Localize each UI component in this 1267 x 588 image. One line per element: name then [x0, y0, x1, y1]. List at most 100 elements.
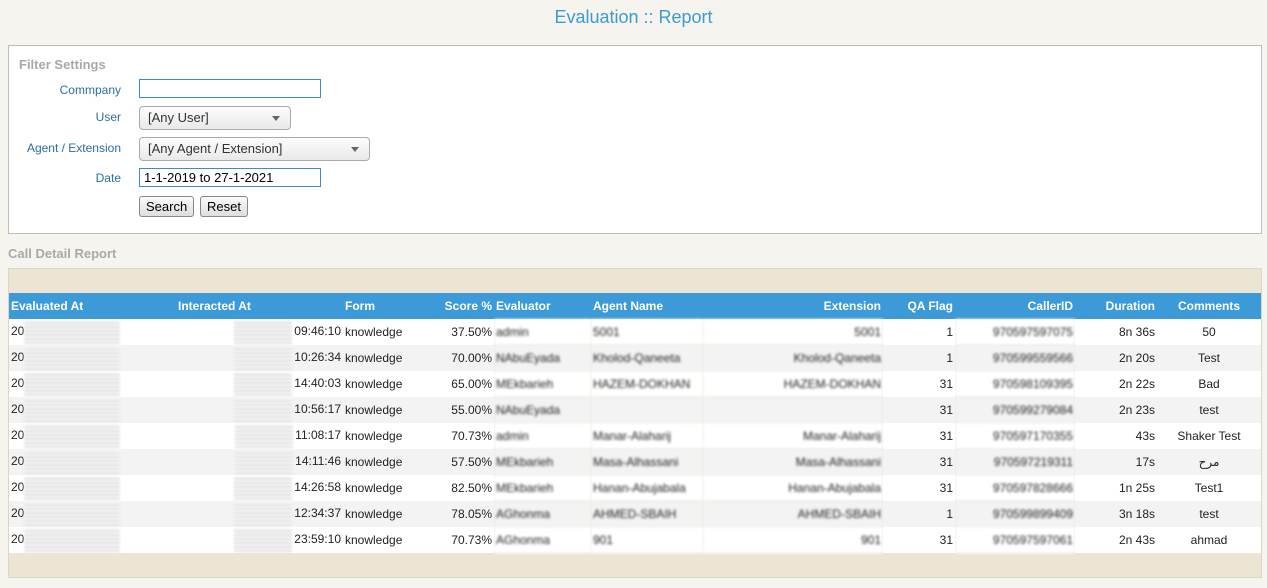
cell-agent-name: 901	[591, 527, 703, 553]
column-header-qa-flag[interactable]: QA Flag	[883, 293, 955, 319]
column-header-form[interactable]: Form	[343, 293, 428, 319]
agent-extension-select-value: [Any Agent / Extension]	[148, 141, 283, 156]
cell-evaluator: AGhonma	[494, 527, 591, 553]
cell-evaluator: admin	[494, 423, 591, 449]
column-header-extension[interactable]: Extension	[703, 293, 883, 319]
cell-evaluated-at: 20	[9, 397, 176, 423]
cell-evaluated-at: 20	[9, 527, 176, 553]
cell-qa-flag: 31	[883, 423, 955, 449]
cell-evaluated-at: 20	[9, 449, 176, 475]
cell-extension: AHMED-SBAIH	[703, 501, 883, 527]
table-row[interactable]: 20 09:46:10 knowledge 37.50% admin 5001 5001 1 9…	[9, 319, 1261, 345]
cell-form: knowledge	[343, 449, 428, 475]
column-header-caller-id[interactable]: CallerID	[955, 293, 1075, 319]
redacted-date	[234, 502, 293, 526]
column-header-score[interactable]: Score %	[428, 293, 494, 319]
cell-form: knowledge	[343, 345, 428, 371]
cell-agent-name: AHMED-SBAIH	[591, 501, 703, 527]
cell-interacted-at: 14:26:58	[176, 475, 343, 501]
cell-score: 82.50%	[428, 475, 494, 501]
table-header-row: Evaluated At Interacted At Form Score % …	[9, 293, 1261, 319]
cell-caller-id: 970597170355	[955, 423, 1075, 449]
agent-extension-select[interactable]: [Any Agent / Extension]	[139, 137, 370, 161]
company-input[interactable]	[139, 79, 321, 98]
reset-button[interactable]: Reset	[200, 196, 248, 217]
cell-evaluated-at: 20	[9, 345, 176, 371]
cell-caller-id: 970597219311	[955, 449, 1075, 475]
table-row[interactable]: 20 23:59:10 knowledge 70.73% AGhonma 901 901 31…	[9, 527, 1261, 553]
table-row[interactable]: 20 14:11:46 knowledge 57.50% MEkbarieh Masa-A…	[9, 449, 1261, 475]
cell-agent-name	[591, 397, 703, 423]
cell-duration: 17s	[1075, 449, 1157, 475]
cell-score: 55.00%	[428, 397, 494, 423]
cell-interacted-at: 23:59:10	[176, 527, 343, 553]
cell-agent-name: HAZEM-DOKHAN	[591, 371, 703, 397]
evaluated-at-prefix: 20	[11, 506, 25, 521]
cell-duration: 3n 18s	[1075, 501, 1157, 527]
redacted-date	[24, 476, 121, 500]
table-row[interactable]: 20 11:08:17 knowledge 70.73% admin Manar-Alah…	[9, 423, 1261, 449]
cell-caller-id: 970599899409	[955, 501, 1075, 527]
cell-comments: مرح	[1157, 449, 1261, 475]
column-header-duration[interactable]: Duration	[1075, 293, 1157, 319]
chevron-down-icon	[351, 147, 359, 152]
table-row[interactable]: 20 12:34:37 knowledge 78.05% AGhonma AHMED-SB…	[9, 501, 1261, 527]
table-row[interactable]: 20 10:56:17 knowledge 55.00% NAbuEyada 31 9705…	[9, 397, 1261, 423]
cell-extension: Kholod-Qaneeta	[703, 345, 883, 371]
redacted-date	[234, 372, 293, 396]
table-row[interactable]: 20 14:26:58 knowledge 82.50% MEkbarieh Hanan-…	[9, 475, 1261, 501]
cell-evaluated-at: 20	[9, 501, 176, 527]
redacted-date	[24, 398, 121, 422]
cell-interacted-at: 09:46:10	[176, 319, 343, 345]
cell-interacted-at: 10:56:17	[176, 397, 343, 423]
interacted-at-time: 12:34:37	[294, 506, 341, 521]
column-header-evaluated-at[interactable]: Evaluated At	[9, 293, 176, 319]
cell-score: 70.73%	[428, 423, 494, 449]
redacted-date	[235, 450, 294, 474]
cell-comments: Test1	[1157, 475, 1261, 501]
cell-evaluated-at: 20	[9, 319, 176, 345]
interacted-at-time: 14:26:58	[294, 480, 341, 495]
cell-qa-flag: 1	[883, 345, 955, 371]
redacted-date	[24, 528, 121, 552]
cell-qa-flag: 31	[883, 397, 955, 423]
chevron-down-icon	[272, 116, 280, 121]
cell-comments: test	[1157, 501, 1261, 527]
date-range-input[interactable]	[139, 168, 321, 187]
report-table: Evaluated At Interacted At Form Score % …	[9, 293, 1261, 553]
cell-comments: Shaker Test	[1157, 423, 1261, 449]
cell-caller-id: 970597597075	[955, 319, 1075, 345]
cell-extension: 5001	[703, 319, 883, 345]
user-select[interactable]: [Any User]	[139, 106, 291, 130]
user-label: User	[95, 110, 121, 124]
evaluated-at-prefix: 20	[11, 454, 25, 469]
column-header-agent-name[interactable]: Agent Name	[591, 293, 703, 319]
cell-duration: 43s	[1075, 423, 1157, 449]
column-header-comments[interactable]: Comments	[1157, 293, 1261, 319]
table-row[interactable]: 20 14:40:03 knowledge 65.00% MEkbarieh HAZEM-…	[9, 371, 1261, 397]
cell-form: knowledge	[343, 397, 428, 423]
redacted-date	[234, 476, 293, 500]
redacted-date	[234, 398, 293, 422]
cell-caller-id: 970599559566	[955, 345, 1075, 371]
cell-evaluated-at: 20	[9, 371, 176, 397]
page-title: Evaluation :: Report	[554, 7, 713, 27]
cell-extension: HAZEM-DOKHAN	[703, 371, 883, 397]
cell-qa-flag: 31	[883, 371, 955, 397]
cell-score: 78.05%	[428, 501, 494, 527]
cell-extension	[703, 397, 883, 423]
cell-evaluator: admin	[494, 319, 591, 345]
cell-caller-id: 970597828666	[955, 475, 1075, 501]
cell-evaluator: MEkbarieh	[494, 475, 591, 501]
cell-agent-name: Masa-Alhassani	[591, 449, 703, 475]
table-row[interactable]: 20 10:26:34 knowledge 70.00% NAbuEyada Kholod…	[9, 345, 1261, 371]
search-button[interactable]: Search	[139, 196, 195, 217]
cell-form: knowledge	[343, 475, 428, 501]
cell-qa-flag: 31	[883, 475, 955, 501]
cell-form: knowledge	[343, 527, 428, 553]
cell-form: knowledge	[343, 371, 428, 397]
cell-score: 70.00%	[428, 345, 494, 371]
column-header-interacted-at[interactable]: Interacted At	[176, 293, 343, 319]
cell-score: 65.00%	[428, 371, 494, 397]
column-header-evaluator[interactable]: Evaluator	[494, 293, 591, 319]
